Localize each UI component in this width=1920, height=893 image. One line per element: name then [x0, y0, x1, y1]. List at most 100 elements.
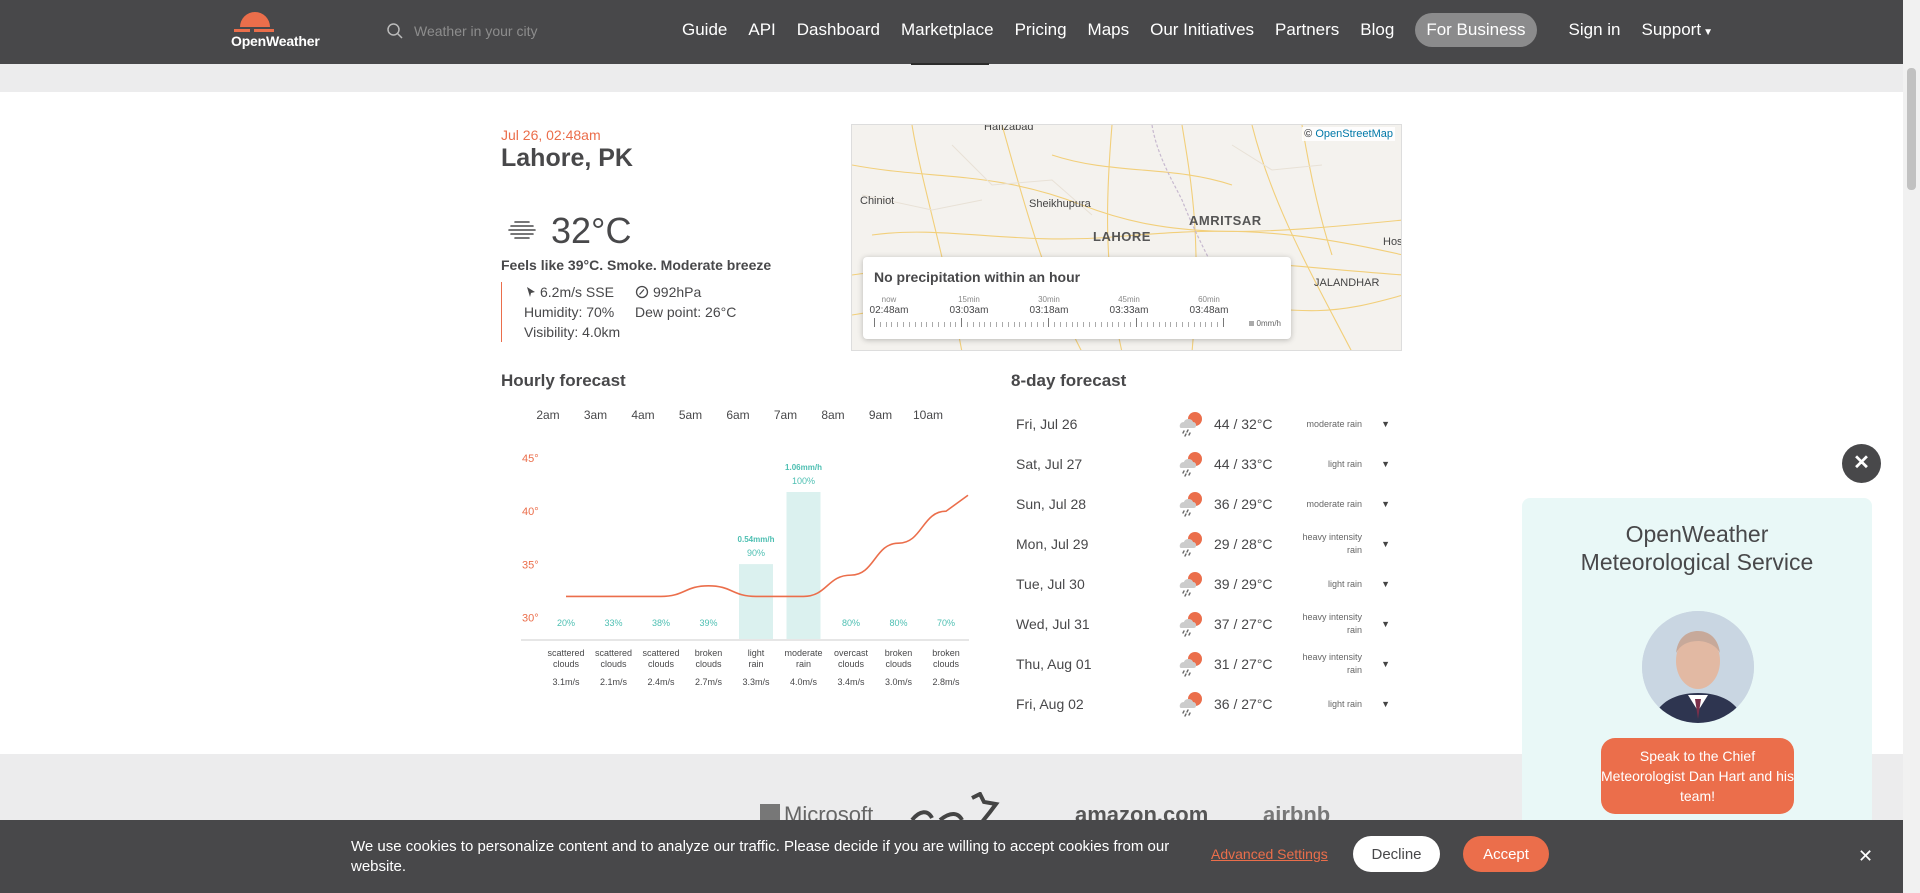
- hour-label: 8am: [821, 408, 845, 422]
- expand-caret-icon[interactable]: ▼: [1381, 539, 1390, 549]
- humidity: Humidity: 70%: [524, 304, 615, 320]
- openstreetmap-link[interactable]: OpenStreetMap: [1315, 128, 1393, 140]
- precip-tick: [1153, 322, 1154, 327]
- close-icon[interactable]: ✕: [1858, 846, 1873, 867]
- y-tick-label: 35°: [522, 559, 539, 571]
- precip-tick: [1013, 322, 1015, 327]
- nav-maps[interactable]: Maps: [1088, 20, 1130, 40]
- speak-to-meteorologist-button[interactable]: Speak to the Chief Meteorologist Dan Har…: [1601, 738, 1794, 814]
- nav-links: Guide API Dashboard Marketplace Pricing …: [682, 0, 1734, 60]
- condition-label: clouds: [933, 659, 960, 669]
- wind-label: 2.1m/s: [600, 677, 628, 687]
- nav-our-initiatives[interactable]: Our Initiatives: [1150, 20, 1254, 40]
- precip-tick: [1036, 322, 1038, 327]
- expand-caret-icon[interactable]: ▼: [1381, 659, 1390, 669]
- day-label: Sun, Jul 28: [1016, 496, 1087, 512]
- sign-in-link[interactable]: Sign in: [1569, 20, 1621, 40]
- precip-tick: [1182, 322, 1184, 327]
- daily-forecast-row[interactable]: Sat, Jul 27 44 / 33°C light rain ▼: [1011, 444, 1403, 484]
- widget-close-icon[interactable]: ✕: [1842, 444, 1881, 483]
- accept-button[interactable]: Accept: [1463, 836, 1549, 872]
- daily-forecast-row[interactable]: Mon, Jul 29 29 / 28°C heavy intensity rain…: [1011, 524, 1403, 564]
- daily-forecast-row[interactable]: Thu, Aug 01 31 / 27°C heavy intensity rain…: [1011, 644, 1403, 684]
- precip-probability-label: 90%: [747, 548, 765, 558]
- precip-tick: [1129, 322, 1131, 327]
- hourly-hours: 2am 3am 4am 5am 6am 7am 8am 9am 10am: [536, 408, 1003, 428]
- expand-caret-icon[interactable]: ▼: [1381, 459, 1390, 469]
- expand-caret-icon[interactable]: ▼: [1381, 619, 1390, 629]
- condition-label: scattered: [642, 648, 679, 658]
- widget-title: OpenWeather Meteorological Service: [1580, 521, 1814, 575]
- scrollbar-thumb[interactable]: [1907, 68, 1916, 190]
- precip-tick: [914, 322, 916, 327]
- advanced-settings-link[interactable]: Advanced Settings: [1211, 846, 1328, 862]
- wind-label: 3.1m/s: [552, 677, 580, 687]
- map-label: JALANDHAR: [1314, 277, 1380, 289]
- precip-tick: [926, 322, 928, 327]
- precip-probability-label: 100%: [792, 476, 815, 486]
- precip-tick: [1019, 322, 1021, 327]
- day-label: Thu, Aug 01: [1016, 656, 1092, 672]
- precip-tick: [984, 322, 986, 327]
- precipitation-map[interactable]: © OpenStreetMap Hafizabad Chiniot Sheikh…: [851, 124, 1402, 351]
- for-business-button[interactable]: For Business: [1415, 13, 1537, 47]
- nav-dashboard[interactable]: Dashboard: [797, 20, 880, 40]
- rain-icon: [1176, 610, 1212, 638]
- precipitation-panel: No precipitation within an hour now 02:48…: [863, 257, 1291, 339]
- visibility: Visibility: 4.0km: [524, 324, 621, 340]
- decline-button[interactable]: Decline: [1353, 836, 1440, 872]
- meteorologist-avatar: [1642, 611, 1754, 723]
- precip-tick: [955, 322, 957, 327]
- expand-caret-icon[interactable]: ▼: [1381, 499, 1390, 509]
- precip-tick: [908, 322, 910, 327]
- hourly-forecast-title: Hourly forecast: [501, 371, 626, 390]
- map-label: AMRITSAR: [1189, 213, 1262, 228]
- caret-down-icon: ▼: [1703, 27, 1713, 38]
- page-scrollbar[interactable]: [1903, 0, 1920, 893]
- nav-marketplace[interactable]: Marketplace: [901, 20, 994, 40]
- cookie-message: We use cookies to personalize content an…: [351, 838, 1170, 875]
- search-input[interactable]: [414, 23, 604, 39]
- nav-blog[interactable]: Blog: [1360, 20, 1394, 40]
- map-label: LAHORE: [1093, 229, 1151, 244]
- nav-partners[interactable]: Partners: [1275, 20, 1339, 40]
- condition-label: moderate: [784, 648, 822, 658]
- precip-tick: [1141, 322, 1143, 327]
- precip-tick: [879, 322, 881, 327]
- top-navigation: OpenWeather Guide API Dashboard Marketpl…: [0, 0, 1903, 64]
- temperature-range: 36 / 27°C: [1214, 696, 1273, 712]
- expand-caret-icon[interactable]: ▼: [1381, 699, 1390, 709]
- city-name: Lahore, PK: [501, 144, 633, 172]
- day-label: Tue, Jul 30: [1016, 576, 1085, 592]
- precip-tick: [978, 322, 980, 327]
- expand-caret-icon[interactable]: ▼: [1381, 419, 1390, 429]
- day-label: Fri, Jul 26: [1016, 416, 1078, 432]
- precip-tick: [903, 322, 905, 327]
- daily-forecast-row[interactable]: Wed, Jul 31 37 / 27°C heavy intensity rain…: [1011, 604, 1403, 644]
- nav-guide[interactable]: Guide: [682, 20, 727, 40]
- precip-tick: [1164, 322, 1166, 327]
- daily-forecast-row[interactable]: Fri, Aug 02 36 / 27°C light rain ▼: [1011, 684, 1403, 724]
- daily-forecast-row[interactable]: Tue, Jul 30 39 / 29°C light rain ▼: [1011, 564, 1403, 604]
- precip-tick: [937, 322, 939, 327]
- precip-tick: [1100, 322, 1102, 327]
- condition-label: rain: [748, 659, 763, 669]
- search-icon[interactable]: [386, 20, 408, 42]
- support-menu[interactable]: Support ▼: [1642, 20, 1713, 40]
- precip-tick: [1176, 322, 1178, 327]
- nav-api[interactable]: API: [748, 20, 775, 40]
- pressure-icon: [635, 285, 649, 299]
- haze-icon: [508, 221, 536, 239]
- daily-forecast-row[interactable]: Fri, Jul 26 44 / 32°C moderate rain ▼: [1011, 404, 1403, 444]
- condition-label: clouds: [838, 659, 865, 669]
- rain-icon: [1176, 450, 1212, 478]
- expand-caret-icon[interactable]: ▼: [1381, 579, 1390, 589]
- condition-label: rain: [796, 659, 811, 669]
- precip-tick: [1060, 322, 1061, 327]
- nav-pricing[interactable]: Pricing: [1015, 20, 1067, 40]
- wind-label: 3.0m/s: [885, 677, 913, 687]
- openweather-logo[interactable]: OpenWeather: [230, 10, 330, 54]
- daily-forecast-row[interactable]: Sun, Jul 28 36 / 29°C moderate rain ▼: [1011, 484, 1403, 524]
- wind-label: 2.8m/s: [932, 677, 960, 687]
- wind-label: 2.7m/s: [695, 677, 723, 687]
